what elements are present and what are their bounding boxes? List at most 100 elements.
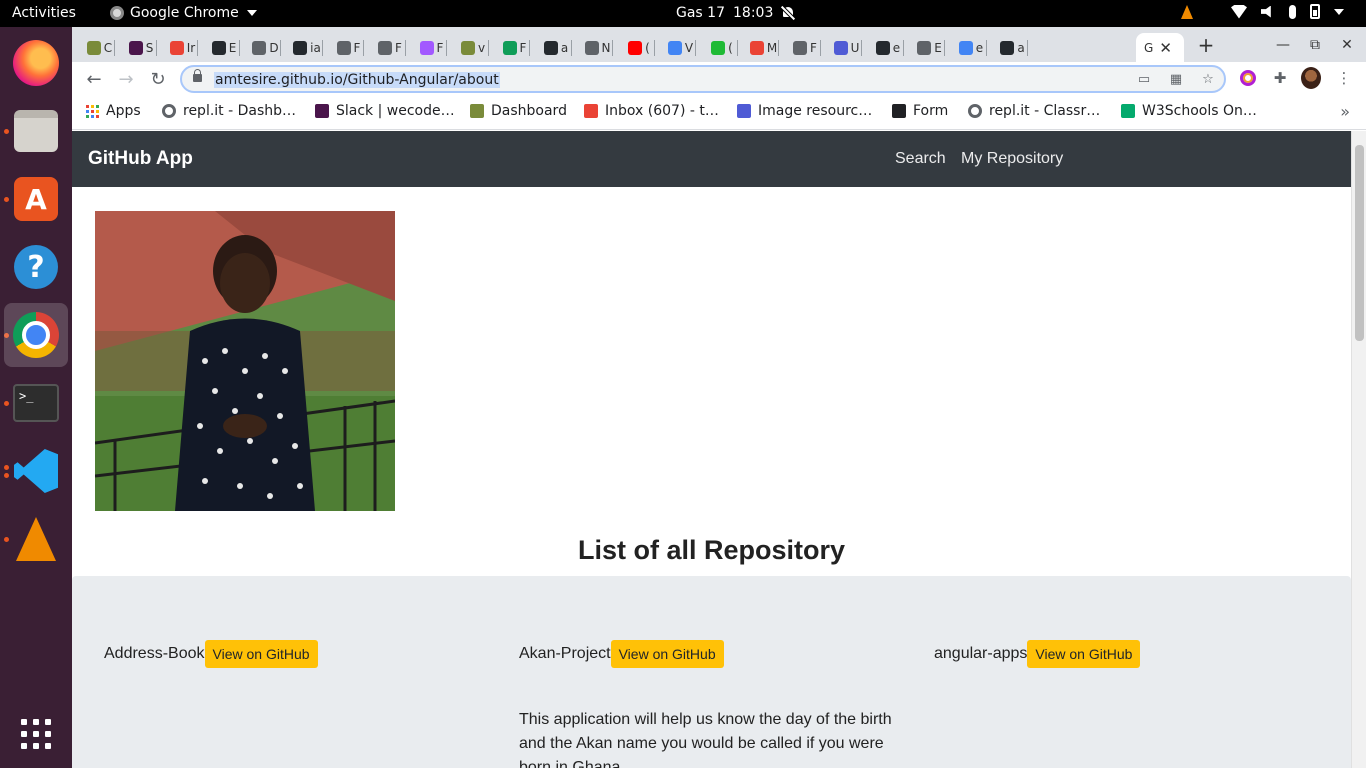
browser-tab[interactable]: a (541, 33, 572, 62)
scrollbar-thumb[interactable] (1355, 145, 1364, 341)
bookmark-item[interactable]: Slack | wecode… (315, 103, 455, 119)
browser-tab[interactable]: V (665, 33, 696, 62)
tab-favicon-icon (628, 40, 643, 55)
dock-help[interactable]: ? (4, 235, 68, 299)
browser-tab[interactable]: F (790, 33, 821, 62)
tab-title: a (560, 40, 569, 55)
tab-title: E (228, 40, 237, 55)
more-menu-icon[interactable]: ⋮ (1334, 68, 1354, 88)
browser-tab[interactable]: e (956, 33, 987, 62)
browser-tab[interactable]: D (250, 33, 281, 62)
files-icon (14, 110, 58, 152)
forward-button[interactable]: → (113, 66, 139, 92)
app-menu[interactable]: Google Chrome (110, 5, 257, 21)
bookmark-item[interactable]: Inbox (607) - t… (584, 103, 719, 119)
activities-button[interactable]: Activities (12, 5, 76, 21)
minimize-button[interactable]: — (1269, 33, 1297, 57)
browser-tab[interactable]: F (375, 33, 406, 62)
bookmark-item[interactable]: repl.it - Classr… (968, 103, 1100, 119)
bookmark-item[interactable]: Form (892, 103, 948, 119)
show-applications-button[interactable] (4, 702, 68, 766)
vlc-tray-icon[interactable] (1181, 4, 1193, 19)
browser-tab[interactable]: v (458, 33, 489, 62)
address-bar[interactable]: amtesire.github.io/Github-Angular/about … (180, 65, 1226, 93)
system-tray[interactable] (1181, 4, 1344, 19)
bookmark-star-icon[interactable]: ☆ (1200, 72, 1216, 87)
bookmark-item[interactable]: Dashboard (470, 103, 567, 119)
apps-grid-icon (86, 104, 99, 118)
dock-terminal[interactable]: >_ (4, 371, 68, 435)
dock-vscode[interactable] (4, 439, 68, 503)
browser-tab[interactable]: F (416, 33, 447, 62)
tab-favicon-icon (419, 40, 434, 55)
profile-avatar[interactable] (1301, 67, 1321, 89)
browser-tab[interactable]: ia (292, 33, 323, 62)
tab-favicon-icon (667, 40, 682, 55)
browser-toolbar: ← → ↻ amtesire.github.io/Github-Angular/… (72, 62, 1366, 96)
bookmark-item[interactable]: Image resourc… (737, 103, 872, 119)
dock-chrome[interactable] (4, 303, 68, 367)
tab-title: N (601, 40, 611, 55)
browser-tab[interactable]: M (748, 33, 779, 62)
repo-list-section: Address-Book View on GitHub Akan-Project Vi… (72, 576, 1351, 768)
browser-tab[interactable]: F (333, 33, 364, 62)
browser-tab[interactable]: U (831, 33, 862, 62)
repo-card: angular-apps View on GitHub (934, 640, 1141, 668)
nav-search-link[interactable]: Search (895, 150, 946, 168)
browser-tab[interactable]: F (499, 33, 530, 62)
cast-icon[interactable]: ▭ (1136, 72, 1152, 87)
tab-active[interactable]: G ✕ (1136, 33, 1184, 62)
browser-tab[interactable]: ( (624, 33, 655, 62)
browser-tab[interactable]: ( (707, 33, 738, 62)
browser-tab[interactable]: E (209, 33, 240, 62)
nav-my-repository-link[interactable]: My Repository (961, 150, 1063, 168)
notifications-muted-icon (781, 6, 795, 20)
browser-tab[interactable]: Ir (167, 33, 198, 62)
browser-tab[interactable]: E (914, 33, 945, 62)
dock-software[interactable]: A (4, 167, 68, 231)
browser-tab[interactable]: e (873, 33, 904, 62)
new-tab-button[interactable]: + (1194, 33, 1218, 57)
view-on-github-button[interactable]: View on GitHub (610, 640, 724, 668)
tab-title: F (353, 40, 361, 55)
dock-files[interactable] (4, 99, 68, 163)
back-button[interactable]: ← (81, 66, 107, 92)
view-on-github-button[interactable]: View on GitHub (1027, 640, 1141, 668)
tab-favicon-icon (793, 40, 808, 55)
tab-favicon-icon (86, 40, 101, 55)
dock-firefox[interactable] (4, 31, 68, 95)
browser-tab[interactable]: S (126, 33, 157, 62)
bookmark-item[interactable]: W3Schools On… (1121, 103, 1257, 119)
browser-tab[interactable]: N (582, 33, 613, 62)
app-grid-icon (21, 719, 51, 749)
page-scrollbar[interactable] (1351, 131, 1366, 768)
view-on-github-button[interactable]: View on GitHub (204, 640, 318, 668)
lock-icon[interactable] (193, 69, 202, 82)
tab-title: F (519, 40, 527, 55)
tab-favicon-icon (875, 40, 890, 55)
reload-button[interactable]: ↻ (145, 66, 171, 92)
tab-favicon-icon (958, 40, 973, 55)
clock[interactable]: Gas 17 18:03 (676, 5, 795, 21)
app-brand[interactable]: GitHub App (88, 148, 193, 170)
tab-title: e (892, 40, 901, 55)
tab-strip: C S Ir E Dia F F Fv Fa N (V (M F Ue Ee a G ✕ + — ⧉ ✕ (72, 27, 1366, 62)
bookmark-item[interactable]: Apps (86, 103, 141, 119)
bookmarks-overflow-icon[interactable]: » (1340, 102, 1350, 121)
maximize-button[interactable]: ⧉ (1301, 33, 1329, 57)
tab-favicon-icon (211, 40, 226, 55)
browser-tab[interactable]: C (84, 33, 115, 62)
extension-ring-icon[interactable] (1238, 68, 1258, 88)
vscode-icon (14, 449, 58, 493)
bookmark-item[interactable]: repl.it - Dashb… (162, 103, 296, 119)
qr-code-icon[interactable]: ▦ (1168, 72, 1184, 87)
tab-favicon-icon (711, 40, 726, 55)
close-icon[interactable]: ✕ (1159, 39, 1172, 57)
browser-tab[interactable]: a (997, 33, 1028, 62)
extensions-puzzle-icon[interactable]: ✚ (1270, 68, 1290, 88)
dock-vlc[interactable] (4, 507, 68, 571)
tab-favicon-icon (749, 40, 764, 55)
close-window-button[interactable]: ✕ (1333, 33, 1361, 57)
docs-icon (737, 104, 751, 118)
url-text[interactable]: amtesire.github.io/Github-Angular/about (214, 72, 500, 88)
